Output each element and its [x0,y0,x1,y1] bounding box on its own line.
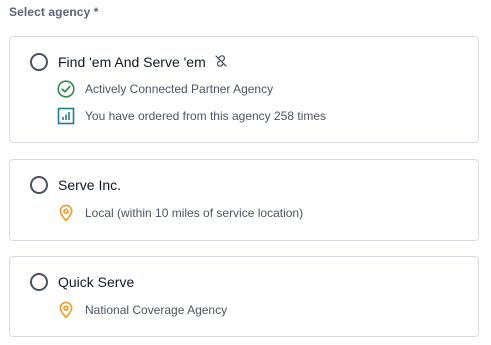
badge-text: Local (within 10 miles of service locati… [85,206,304,220]
badge-partner: Actively Connected Partner Agency [57,80,273,98]
location-pin-icon [57,204,75,222]
badge-text: Actively Connected Partner Agency [85,82,274,96]
check-circle-icon [57,80,75,98]
agency-name: Quick Serve [58,274,135,290]
badge-order-count: You have ordered from this agency 258 ti… [57,107,326,125]
agency-option-find-em-and-serve-em[interactable]: Find 'em And Serve 'em Actively Connecte… [9,36,479,143]
badge-coverage: National Coverage Agency [57,301,227,319]
badge-coverage: Local (within 10 miles of service locati… [57,204,303,222]
agency-name: Serve Inc. [58,177,122,193]
chart-icon [57,107,75,125]
badge-text: National Coverage Agency [85,303,228,317]
agency-radio[interactable] [30,53,48,71]
select-agency-label: Select agency * [9,5,99,19]
agency-name: Find 'em And Serve 'em [58,54,206,70]
agency-radio[interactable] [30,176,48,194]
unlink-icon [215,55,227,67]
badge-text: You have ordered from this agency 258 ti… [85,109,327,123]
agency-option-serve-inc[interactable]: Serve Inc. Local (within 10 miles of ser… [9,159,479,241]
location-pin-icon [57,301,75,319]
agency-radio[interactable] [30,273,48,291]
agency-option-quick-serve[interactable]: Quick Serve National Coverage Agency [9,256,479,337]
